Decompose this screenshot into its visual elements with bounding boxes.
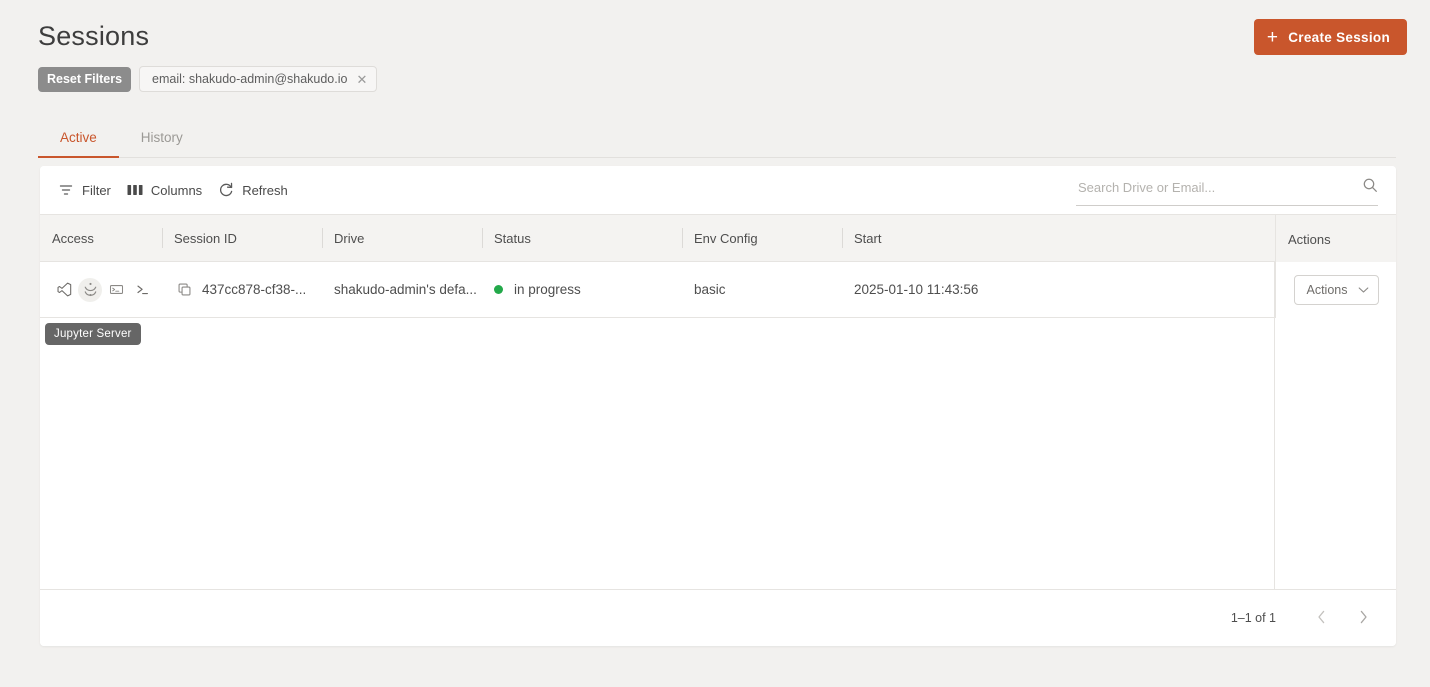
- chevron-right-icon: [1358, 609, 1369, 628]
- filter-chip-email[interactable]: email: shakudo-admin@shakudo.io ✕: [139, 66, 378, 92]
- close-icon[interactable]: ✕: [356, 73, 367, 86]
- filter-icon: [58, 182, 74, 198]
- plus-icon: +: [1266, 26, 1279, 48]
- table-footer: 1–1 of 1: [40, 590, 1396, 646]
- column-header-start[interactable]: Start: [842, 214, 1042, 262]
- cell-start: 2025-01-10 11:43:56: [854, 282, 979, 297]
- search-icon[interactable]: [1362, 177, 1378, 202]
- tooltip: Jupyter Server: [45, 323, 141, 345]
- create-session-label: Create Session: [1288, 29, 1390, 45]
- filter-chip-label: email: shakudo-admin@shakudo.io: [152, 72, 348, 86]
- table-toolbar: Filter Columns Refresh Search Drive or E…: [40, 166, 1396, 214]
- copy-icon[interactable]: [174, 280, 194, 300]
- access-icon-group: [52, 277, 154, 302]
- column-header-session-id[interactable]: Session ID: [162, 214, 322, 262]
- pagination-prev-button[interactable]: [1302, 599, 1340, 637]
- refresh-icon: [218, 182, 234, 198]
- tab-history[interactable]: History: [119, 117, 205, 157]
- refresh-button[interactable]: Refresh: [210, 177, 296, 203]
- tab-active[interactable]: Active: [38, 117, 119, 158]
- column-header-actions: Actions: [1275, 215, 1396, 263]
- reset-filters-button[interactable]: Reset Filters: [38, 66, 132, 92]
- vscode-icon[interactable]: [52, 278, 76, 302]
- column-header-drive[interactable]: Drive: [322, 214, 482, 262]
- status-label: in progress: [514, 282, 581, 297]
- columns-button[interactable]: Columns: [119, 178, 210, 203]
- table-header-row: Access Session ID Drive Status Env Confi…: [40, 214, 1396, 263]
- column-header-status[interactable]: Status: [482, 214, 682, 262]
- active-filters-bar: Reset Filters email: shakudo-admin@shaku…: [38, 66, 378, 92]
- pagination-next-button[interactable]: [1344, 599, 1382, 637]
- column-header-env-config[interactable]: Env Config: [682, 214, 842, 262]
- session-id-value: 437cc878-cf38-...: [202, 282, 307, 297]
- search-input[interactable]: [1076, 180, 1362, 199]
- terminal-box-icon[interactable]: [104, 278, 128, 302]
- actions-button[interactable]: Actions: [1293, 275, 1379, 305]
- jupyter-icon[interactable]: [78, 277, 102, 302]
- columns-button-label: Columns: [150, 182, 203, 198]
- sessions-page: Sessions + Create Session Reset Filters …: [0, 0, 1430, 687]
- cell-status: in progress: [482, 262, 682, 318]
- status-dot-icon: [494, 285, 503, 294]
- table-row[interactable]: 437cc878-cf38-... shakudo-admin's defa..…: [40, 262, 1396, 318]
- filter-button-label: Filter: [82, 182, 111, 198]
- status-badge: in progress: [494, 282, 581, 297]
- sessions-card: Filter Columns Refresh Search Drive or E…: [40, 166, 1396, 646]
- cell-env-config: basic: [694, 282, 726, 297]
- pagination-range-label: 1–1 of 1: [1230, 611, 1276, 625]
- tab-bar: Active History: [38, 118, 1396, 158]
- shell-prompt-icon[interactable]: [130, 278, 154, 302]
- cell-session-id: 437cc878-cf38-...: [162, 262, 322, 318]
- create-session-button[interactable]: + Create Session: [1253, 19, 1407, 55]
- refresh-button-label: Refresh: [242, 182, 288, 198]
- columns-icon: [127, 183, 143, 197]
- filter-button[interactable]: Filter: [50, 177, 119, 203]
- chevron-down-icon: [1358, 283, 1369, 297]
- column-header-access[interactable]: Access: [40, 214, 162, 262]
- page-title: Sessions: [38, 21, 150, 51]
- actions-button-label: Actions: [1306, 283, 1348, 297]
- sessions-table: Access Session ID Drive Status Env Confi…: [40, 214, 1396, 646]
- chevron-left-icon: [1316, 609, 1327, 628]
- table-body: 437cc878-cf38-... shakudo-admin's defa..…: [40, 262, 1396, 590]
- cell-drive: shakudo-admin's defa...: [334, 282, 477, 297]
- cell-actions: Actions: [1275, 262, 1396, 318]
- cell-access: [40, 262, 162, 318]
- search-field[interactable]: [1076, 174, 1378, 206]
